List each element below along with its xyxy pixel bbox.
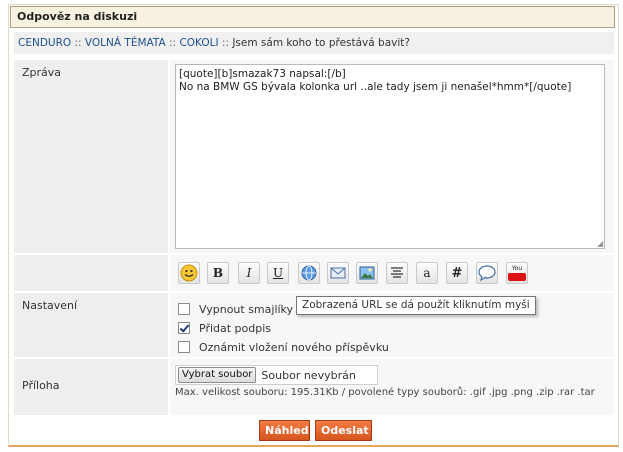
toolbar-tooltip: Zobrazená URL se dá použít kliknutím myš… (296, 296, 536, 315)
font-button[interactable]: a (416, 262, 438, 284)
file-limits-note: Max. velikost souboru: 195.31Kb / povole… (175, 387, 595, 398)
breadcrumb-separator: :: (169, 37, 177, 49)
disable-smileys-checkbox[interactable] (178, 303, 190, 315)
image-button[interactable] (356, 262, 378, 284)
attachment-label-cell: Příloha (14, 359, 168, 415)
image-icon (359, 266, 375, 280)
hash-button[interactable]: # (446, 262, 468, 284)
settings-label-cell: Nastavení (14, 293, 168, 357)
breadcrumb-separator: :: (74, 37, 82, 49)
smiley-icon (180, 264, 198, 282)
smiley-button[interactable] (178, 262, 200, 284)
disable-smileys-label: Vypnout smajlíky (199, 302, 294, 316)
browse-file-button[interactable]: Vybrat soubor (178, 367, 257, 383)
add-signature-label: Přidat podpis (199, 321, 272, 335)
option-notify-new-post[interactable]: Oznámit vložení nového příspěvku (178, 339, 389, 355)
italic-button[interactable]: I (238, 262, 260, 284)
font-icon: a (423, 266, 431, 280)
hash-icon: # (451, 265, 463, 281)
underline-button[interactable]: U (267, 262, 289, 284)
option-disable-smileys[interactable]: Vypnout smajlíky (178, 301, 293, 317)
submit-button[interactable]: Odeslat (315, 420, 372, 441)
link-button[interactable] (298, 262, 320, 284)
message-label: Zpráva (22, 66, 62, 79)
message-textarea[interactable]: [quote][b]smazak73 napsal:[/b] No na BMW… (175, 64, 605, 249)
italic-icon: I (246, 266, 252, 280)
email-icon (330, 266, 346, 280)
form-title: Odpověz na diskuzi (10, 6, 615, 28)
breadcrumb: CENDURO :: VOLNÁ TÉMATA :: COKOLI :: Jse… (14, 32, 614, 54)
file-input[interactable]: Vybrat soubor Soubor nevybrán (175, 365, 378, 385)
notify-new-post-checkbox[interactable] (178, 341, 190, 353)
quote-button[interactable] (476, 262, 498, 284)
file-status: Soubor nevybrán (261, 368, 356, 382)
add-signature-checkbox[interactable] (178, 322, 190, 334)
toolbar-label-cell (14, 255, 168, 291)
option-add-signature[interactable]: Přidat podpis (178, 320, 271, 336)
youtube-icon-text: You (511, 265, 523, 272)
underline-icon: U (272, 266, 284, 280)
youtube-icon: You (508, 265, 526, 281)
link-icon (301, 265, 317, 281)
align-center-button[interactable] (386, 262, 408, 284)
resize-grip-icon[interactable]: ◢ (597, 240, 605, 248)
breadcrumb-separator: :: (221, 37, 229, 49)
settings-label: Nastavení (22, 299, 78, 312)
preview-button[interactable]: Náhled (259, 420, 310, 441)
bold-button[interactable]: B (207, 262, 229, 284)
breadcrumb-item-cokoli[interactable]: COKOLI (179, 37, 218, 49)
email-button[interactable] (327, 262, 349, 284)
youtube-button[interactable]: You (506, 262, 528, 284)
align-center-icon (390, 267, 404, 279)
breadcrumb-item-cenduro[interactable]: CENDURO (18, 37, 71, 49)
message-label-cell: Zpráva (14, 60, 168, 253)
breadcrumb-item-volna-temata[interactable]: VOLNÁ TÉMATA (85, 37, 166, 49)
notify-new-post-label: Oznámit vložení nového příspěvku (199, 340, 389, 354)
bold-icon: B (212, 266, 224, 280)
speech-bubble-icon (478, 265, 496, 281)
attachment-label: Příloha (22, 379, 60, 392)
breadcrumb-item-topic[interactable]: Jsem sám koho to přestává bavit? (232, 37, 410, 49)
